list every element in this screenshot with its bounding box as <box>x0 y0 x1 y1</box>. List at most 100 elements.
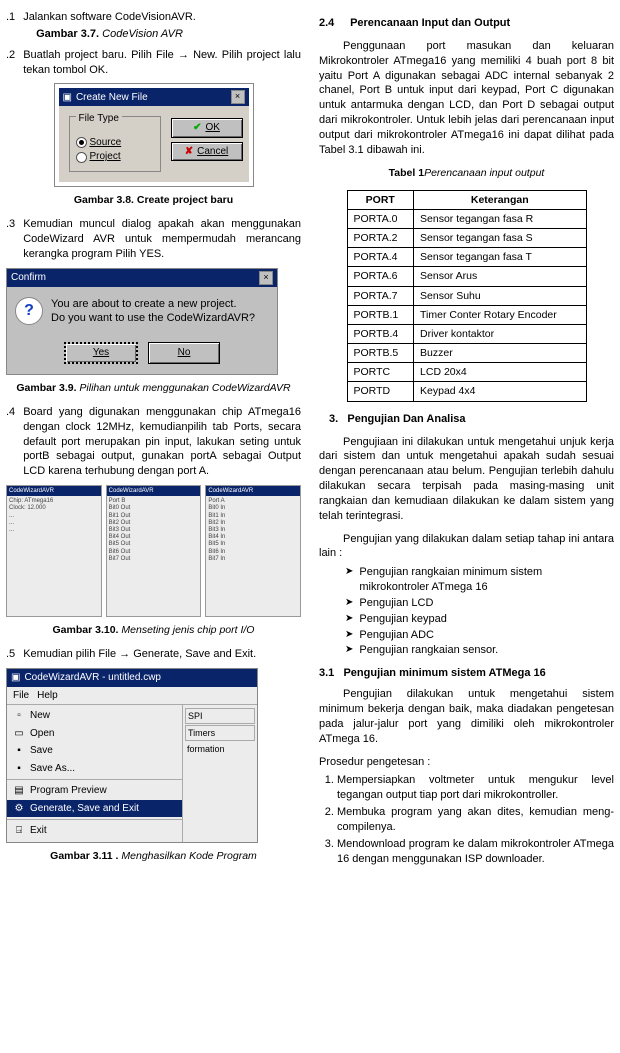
heading-num: 2.4 <box>319 16 347 31</box>
step-5: .5 Kemudian pilih File → Generate, Save … <box>6 647 301 662</box>
yes-button[interactable]: Yes <box>64 342 138 364</box>
step-num: .2 <box>6 48 15 78</box>
folder-icon: ▭ <box>13 727 25 739</box>
heading-3: 3. Pengujian Dan Analisa <box>319 412 614 427</box>
radio-label: Project <box>90 150 121 164</box>
no-button[interactable]: No <box>148 342 220 364</box>
menu-item-new[interactable]: ▫ New <box>7 707 182 725</box>
table-row: PORTA.2Sensor tegangan fasa S <box>347 229 586 248</box>
step-text: Kemudian pilih File → Generate, Save and… <box>23 647 256 662</box>
list-text: Pengujian rangkaian sensor. <box>359 643 498 658</box>
menu-item-generate[interactable]: ⚙ Generate, Save and Exit <box>7 800 182 818</box>
table-cell: Driver kontaktor <box>414 324 586 343</box>
menu-item-preview[interactable]: ▤ Program Preview <box>7 782 182 800</box>
list-item: Membuka program yang akan dites, kemudia… <box>337 805 614 835</box>
side-item: Timers <box>185 725 255 741</box>
button-label: OK <box>205 121 219 135</box>
radio-icon <box>76 152 87 163</box>
list-item: Mendownload program ke dalam mikrokontro… <box>337 837 614 867</box>
list-text: Pengujian keypad <box>359 612 446 627</box>
table-cell: Buzzer <box>414 344 586 363</box>
window-title: CodeWizardAVR - untitled.cwp <box>24 671 161 685</box>
table-cell: Sensor tegangan fasa T <box>414 248 586 267</box>
caption-italic: Pilihan untuk menggunakan CodeWizardAVR <box>79 382 290 394</box>
procedure-list: Mempersiapkan voltmeter untuk mengukur l… <box>319 773 614 866</box>
close-icon[interactable]: × <box>259 271 273 285</box>
disk-icon: ▪ <box>13 745 25 757</box>
titlebar: ▣ Create New File × <box>59 88 249 106</box>
radio-source[interactable]: Source <box>76 136 154 150</box>
th-port: PORT <box>347 190 414 209</box>
window-title: Confirm <box>11 271 46 285</box>
list-item: ➤ Pengujian ADC <box>345 628 614 643</box>
caption-3-11: Gambar 3.11 . Menghasilkan Kode Program <box>6 849 301 863</box>
table-cell: Sensor Suhu <box>414 286 586 305</box>
menu-item-open[interactable]: ▭ Open <box>7 725 182 743</box>
radio-icon <box>76 137 87 148</box>
gear-icon: ⚙ <box>13 802 25 814</box>
menu-label: Program Preview <box>30 784 107 798</box>
table-row: PORTA.6Sensor Arus <box>347 267 586 286</box>
question-icon: ? <box>15 297 43 325</box>
step-num: .5 <box>6 647 15 662</box>
table-cell: Sensor tegangan fasa S <box>414 229 586 248</box>
menu-item-exit[interactable]: ⍈ Exit <box>7 822 182 840</box>
table-cell: PORTA.4 <box>347 248 414 267</box>
side-item: formation <box>185 742 255 756</box>
heading-title: Pengujian minimum sistem ATMega 16 <box>343 667 545 679</box>
triangle-icon: ➤ <box>345 565 353 595</box>
table-cell: Sensor tegangan fasa R <box>414 209 586 228</box>
caption-bold: Gambar 3.10. <box>53 624 119 636</box>
para-3a: Pengujiaan ini dilakukan untuk mengetahu… <box>319 435 614 524</box>
table-caption-1: Tabel 1Perencanaan input output <box>319 166 614 180</box>
table-row: PORTDKeypad 4x4 <box>347 382 586 401</box>
list-text: Pengujian ADC <box>359 628 434 643</box>
procedure-head: Prosedur pengetesan : <box>319 755 614 770</box>
figure-3-10: CodeWizardAVR Chip: ATmega16Clock: 12.00… <box>6 485 301 617</box>
menu-label: Save <box>30 744 53 758</box>
table-cell: PORTC <box>347 363 414 382</box>
radio-project[interactable]: Project <box>76 150 154 164</box>
menu-file[interactable]: File <box>13 689 29 703</box>
dialog-create-new-file: ▣ Create New File × File Type Source Pro… <box>54 83 254 187</box>
table-row: PORTB.5Buzzer <box>347 344 586 363</box>
table-cell: PORTA.6 <box>347 267 414 286</box>
step-4: .4 Board yang digunakan menggunakan chip… <box>6 405 301 479</box>
table-cell: LCD 20x4 <box>414 363 586 382</box>
triangle-icon: ➤ <box>345 643 353 658</box>
dialog-confirm: Confirm × ? You are about to create a ne… <box>6 268 278 375</box>
caption-3-10: Gambar 3.10. Menseting jenis chip port I… <box>6 623 301 637</box>
table-port-keterangan: PORT Keterangan PORTA.0Sensor tegangan f… <box>347 190 587 402</box>
caption-bold: Gambar 3.11 . <box>50 850 118 862</box>
confirm-line1: You are about to create a new project. <box>51 297 255 312</box>
step-num: .1 <box>6 10 15 42</box>
th-ket: Keterangan <box>414 190 586 209</box>
check-icon: ✔ <box>193 121 201 135</box>
radio-label: Source <box>90 136 122 150</box>
table-cell: Timer Conter Rotary Encoder <box>414 305 586 324</box>
caption-text: Gambar 3.8. Create project baru <box>74 194 233 206</box>
menu-item-save-as[interactable]: ▪ Save As... <box>7 760 182 778</box>
left-column: .1 Jalankan software CodeVisionAVR. Gamb… <box>6 10 301 873</box>
table-cell: PORTA.0 <box>347 209 414 228</box>
menu-item-save[interactable]: ▪ Save <box>7 742 182 760</box>
menu-help[interactable]: Help <box>37 689 58 703</box>
dialog-codewizard-menu: ▣ CodeWizardAVR - untitled.cwp File Help… <box>6 668 258 843</box>
cancel-button[interactable]: ✘ Cancel <box>171 142 243 162</box>
table-cell: PORTA.2 <box>347 229 414 248</box>
list-text: Pengujian LCD <box>359 596 433 611</box>
step-num: .4 <box>6 405 15 479</box>
ok-button[interactable]: ✔ OK <box>171 118 243 138</box>
table-cell: Sensor Arus <box>414 267 586 286</box>
close-icon[interactable]: × <box>231 90 245 104</box>
table-cell: Keypad 4x4 <box>414 382 586 401</box>
caption-bold: Tabel 1 <box>389 167 424 179</box>
triangle-icon: ➤ <box>345 628 353 643</box>
disk-icon: ▪ <box>13 762 25 774</box>
caption-italic: Menghasilkan Kode Program <box>121 850 256 862</box>
window-title: Create New File <box>76 91 148 105</box>
step-3: .3 Kemudian muncul dialog apakah akan me… <box>6 217 301 262</box>
list-item: ➤Pengujian keypad <box>345 612 614 627</box>
caption-3-8: Gambar 3.8. Create project baru <box>6 193 301 207</box>
list-item: ➤Pengujian rangkaian minimum sistem mikr… <box>345 565 614 595</box>
